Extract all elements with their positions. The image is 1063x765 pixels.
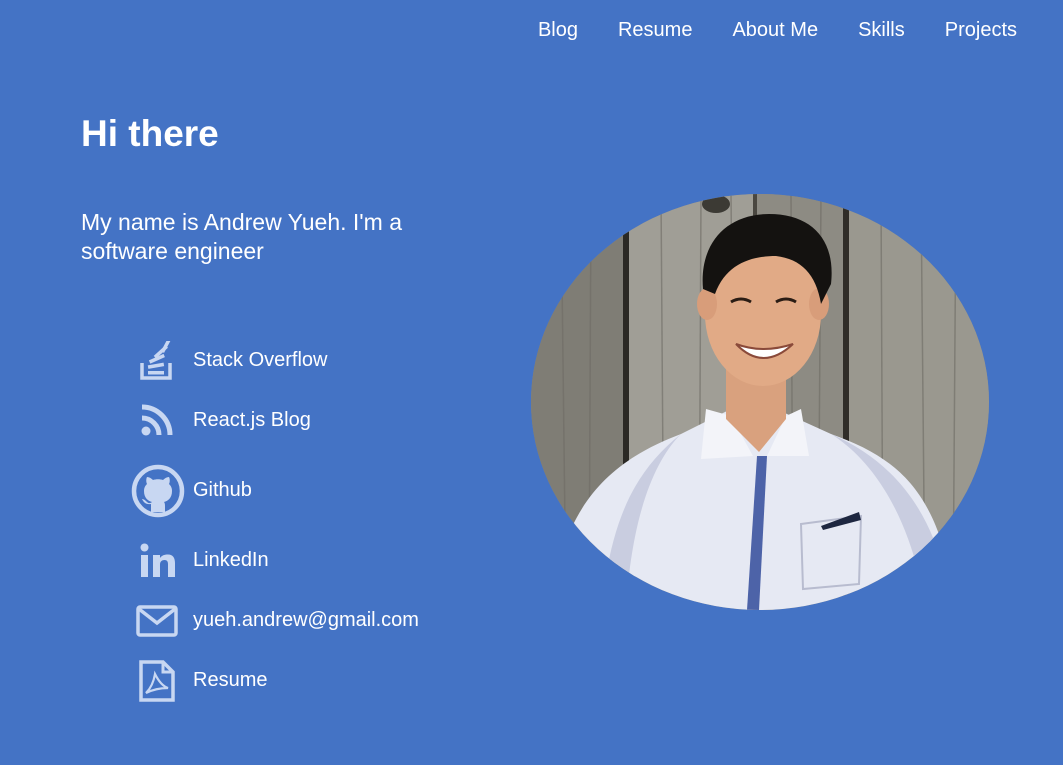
link-label: Stack Overflow — [193, 349, 328, 371]
profile-photo — [531, 194, 989, 610]
nav-skills[interactable]: Skills — [858, 18, 905, 42]
pdf-icon — [139, 660, 175, 702]
link-stack-overflow[interactable]: Stack Overflow — [0, 340, 360, 380]
hero-subtitle: My name is Andrew Yueh. I'm a software e… — [81, 209, 403, 264]
link-label: yueh.andrew@gmail.com — [193, 609, 419, 631]
link-label: LinkedIn — [193, 549, 269, 571]
hero-title: Hi there — [81, 113, 219, 154]
stack-overflow-icon — [140, 341, 172, 380]
link-github[interactable]: Github — [0, 462, 360, 518]
link-reactjs-blog[interactable]: React.js Blog — [0, 400, 360, 440]
linkedin-icon — [140, 543, 175, 577]
nav-resume[interactable]: Resume — [618, 18, 692, 42]
top-nav: Blog Resume About Me Skills Projects — [498, 18, 1017, 42]
mail-icon — [136, 605, 178, 637]
link-linkedin[interactable]: LinkedIn — [0, 540, 360, 580]
link-label: Github — [193, 479, 252, 501]
link-label: Resume — [193, 669, 268, 691]
nav-about-me[interactable]: About Me — [732, 18, 818, 42]
nav-blog[interactable]: Blog — [538, 18, 578, 42]
link-label: React.js Blog — [193, 409, 311, 431]
nav-projects[interactable]: Projects — [945, 18, 1017, 42]
link-resume-pdf[interactable]: Resume — [0, 660, 360, 704]
link-email[interactable]: yueh.andrew@gmail.com — [0, 600, 420, 640]
profile-photo-illustration — [531, 194, 989, 610]
github-icon — [131, 464, 185, 518]
rss-icon — [141, 404, 173, 436]
